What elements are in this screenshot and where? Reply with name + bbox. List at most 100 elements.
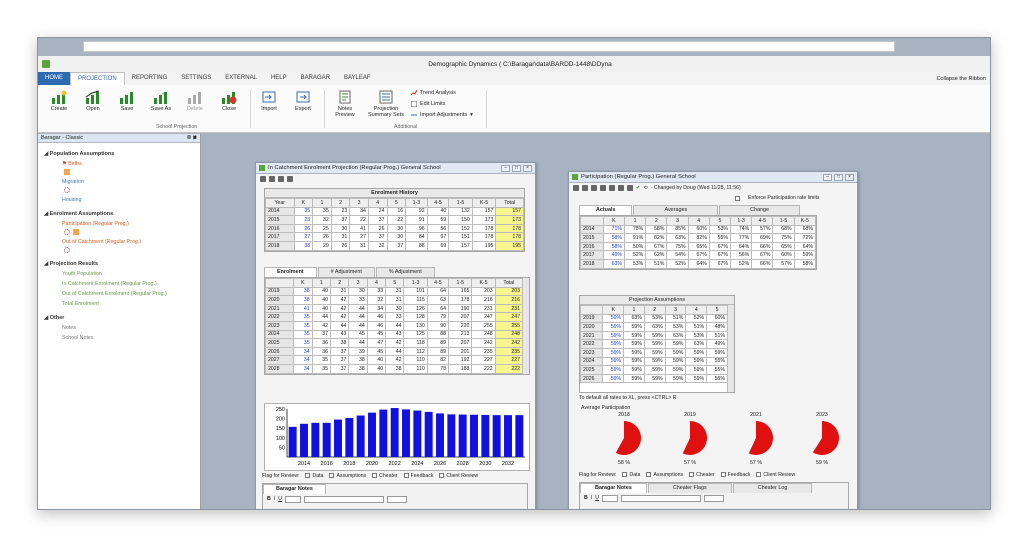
table-cell[interactable]: 188 [448, 363, 473, 374]
table-cell[interactable]: 72% [793, 233, 817, 243]
sidebar-pin-close-icons[interactable]: ⭙ ✖ [187, 135, 197, 141]
flag-feedback-checkbox[interactable]: Feedback [403, 473, 433, 479]
tab-percent-adjustment[interactable]: % Adjustment [375, 267, 435, 277]
table-cell[interactable]: 65% [772, 241, 795, 252]
table-cell[interactable]: 38 [348, 363, 368, 374]
tab-reporting[interactable]: REPORTING [125, 72, 175, 85]
section-projection-results[interactable]: ◢ Projection Results [44, 261, 200, 267]
table-cell[interactable]: 27 [349, 232, 369, 242]
table-cell[interactable]: 40 [366, 363, 387, 374]
table-cell[interactable]: 130 [403, 320, 428, 331]
table-cell[interactable]: 77% [730, 233, 753, 243]
table-cell[interactable]: 56% [730, 250, 753, 260]
tab-averages[interactable]: Averages [633, 205, 719, 215]
flag-assumptions-checkbox[interactable]: Assumptions [646, 472, 683, 478]
table-cell[interactable]: 37 [311, 329, 331, 340]
table-cell[interactable]: 35 [311, 355, 331, 365]
table-cell[interactable]: 178 [495, 232, 524, 242]
table-cell[interactable]: 126 [403, 303, 428, 314]
table-cell[interactable]: 56 [426, 223, 450, 234]
close-window-button[interactable]: × [523, 164, 532, 172]
sidebar-item-in-catchment-enrolment[interactable]: In Catchment Enrolment (Regular Prog.) [62, 281, 200, 287]
table-cell[interactable]: 29 [312, 240, 332, 251]
table-cell[interactable]: 37 [367, 215, 388, 225]
table-cell[interactable]: 74% [730, 224, 753, 235]
table-cell[interactable]: 235 [494, 346, 524, 357]
table-cell[interactable]: 64% [687, 258, 710, 269]
table-cell[interactable]: 152 [448, 223, 473, 234]
import-button[interactable]: Import [254, 90, 284, 112]
font-family-select[interactable] [620, 494, 701, 502]
open-button[interactable]: Open [78, 90, 108, 112]
table-cell[interactable]: 33 [348, 295, 368, 305]
table-cell[interactable]: 30 [330, 223, 351, 234]
table-cell[interactable]: 235 [471, 346, 496, 357]
table-cell[interactable]: 90 [426, 320, 450, 331]
table-cell[interactable]: 59% [623, 347, 645, 358]
save-icon[interactable] [278, 176, 284, 182]
table-cell[interactable]: 52% [730, 258, 753, 269]
table-cell[interactable]: 40 [311, 295, 331, 305]
flag-cheater-checkbox[interactable]: Cheater [372, 473, 398, 479]
table-cell[interactable]: 31 [385, 295, 405, 305]
table-cell[interactable]: 71% [602, 224, 626, 235]
table-cell[interactable]: 190 [448, 303, 473, 314]
table-cell[interactable]: 101 [403, 286, 428, 297]
font-size-select[interactable] [601, 494, 618, 502]
table-cell[interactable]: 50% [624, 241, 647, 252]
table-cell[interactable]: 67% [751, 250, 774, 260]
table-cell[interactable]: 44 [329, 320, 350, 331]
table-cell[interactable]: 55% [706, 365, 728, 375]
table-cell[interactable]: 67 [426, 232, 450, 242]
table-cell[interactable]: 31 [330, 232, 351, 242]
table-cell[interactable]: 35 [293, 338, 313, 348]
table-cell[interactable]: 207 [448, 338, 473, 348]
table-cell[interactable]: 115 [403, 295, 428, 305]
table-cell[interactable]: 110 [403, 355, 428, 365]
table-cell[interactable]: 45 [366, 346, 387, 357]
table-cell[interactable]: 53% [624, 258, 647, 269]
table-cell[interactable]: 59% [623, 365, 645, 375]
sidebar-item-youth-population[interactable]: Youth Population [62, 271, 200, 277]
save-button[interactable]: Save [112, 90, 142, 112]
table-cell[interactable]: 57% [751, 224, 774, 235]
flag-client-review-checkbox[interactable]: Client Review [756, 472, 795, 478]
table-cell[interactable]: 27 [293, 232, 314, 242]
table-cell[interactable]: 227 [494, 355, 524, 365]
table-cell[interactable]: 247 [471, 312, 496, 322]
table-cell[interactable]: 59% [623, 322, 645, 332]
section-population-assumptions[interactable]: ◢ Population Assumptions [44, 151, 200, 157]
table-cell[interactable]: 59% [602, 373, 625, 384]
table-cell[interactable]: 36 [311, 338, 331, 348]
table-cell[interactable]: 178 [471, 223, 497, 234]
table-cell[interactable]: 44 [348, 320, 368, 331]
underline-button[interactable]: U [278, 496, 282, 502]
table-cell[interactable]: 231 [471, 303, 496, 314]
table-cell[interactable]: 216 [471, 295, 496, 305]
table-cell[interactable]: 37 [329, 363, 350, 374]
assumptions-scrollbar[interactable] [727, 305, 734, 392]
table-cell[interactable]: 59% [602, 356, 625, 367]
lock-icon[interactable] [600, 185, 606, 191]
table-cell[interactable]: 59% [793, 250, 817, 260]
table-cell[interactable]: 63% [664, 330, 687, 341]
table-cell[interactable]: 195 [471, 240, 497, 251]
table-cell[interactable]: 46 [366, 320, 387, 331]
table-cell[interactable]: 64 [426, 303, 450, 314]
table-cell[interactable]: 112 [403, 346, 428, 357]
table-cell[interactable]: 26 [312, 232, 332, 242]
table-cell[interactable]: 67% [687, 250, 710, 260]
table-cell[interactable]: 40 [426, 206, 450, 217]
export-icon[interactable] [287, 176, 293, 182]
table-cell[interactable]: 51% [645, 258, 668, 269]
table-cell[interactable]: 59% [602, 330, 625, 341]
minimize-button[interactable]: – [501, 164, 510, 172]
table-cell[interactable]: 48% [706, 322, 728, 332]
table-cell[interactable]: 40 [311, 286, 331, 297]
edit-limits-button[interactable]: Edit Limits [411, 101, 445, 107]
table-cell[interactable]: 247 [494, 312, 524, 322]
table-cell[interactable]: 248 [471, 329, 496, 340]
table-cell[interactable]: 82% [687, 233, 710, 243]
table-cell[interactable]: 75% [772, 233, 795, 243]
table-cell[interactable]: 38 [385, 363, 405, 374]
